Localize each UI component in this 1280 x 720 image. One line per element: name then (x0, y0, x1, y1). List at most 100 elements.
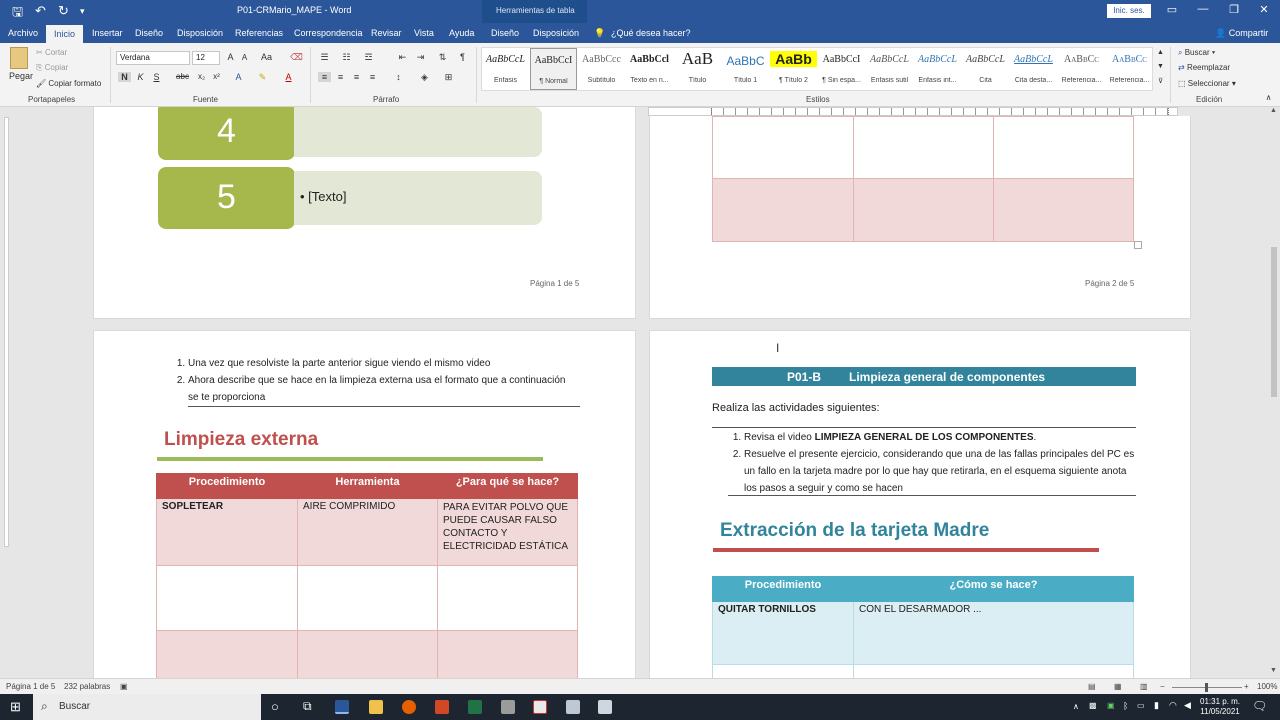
tab-archivo[interactable]: Archivo (8, 28, 38, 38)
battery-icon[interactable]: ▮ (1154, 700, 1159, 711)
bold-icon[interactable]: N (118, 72, 131, 82)
tab-table-layout[interactable]: Disposición (533, 28, 579, 38)
paste-button[interactable]: Pegar (9, 71, 33, 81)
tab-insertar[interactable]: Insertar (92, 28, 123, 38)
app-icon[interactable] (566, 700, 580, 714)
grow-font-icon[interactable]: A (224, 52, 237, 62)
tell-me-input[interactable]: ¿Qué desea hacer? (611, 28, 691, 38)
style-item[interactable]: AaBbCc Referencia... (1058, 48, 1105, 90)
text-effects-icon[interactable]: A (232, 72, 245, 82)
style-item[interactable]: AaBbCcc Subtítulo (578, 48, 625, 90)
align-right-icon[interactable]: ≡ (350, 72, 363, 82)
superscript-icon[interactable]: x² (210, 72, 223, 81)
scroll-up-icon[interactable]: ▲ (1270, 107, 1277, 114)
windows-start-icon[interactable]: ⊞ (10, 699, 21, 715)
word-app-icon[interactable] (335, 700, 349, 714)
recorder-app-icon[interactable] (501, 700, 515, 714)
bullets-icon[interactable]: ☰ (318, 52, 331, 63)
table-cell[interactable] (853, 116, 994, 179)
collapse-ribbon-icon[interactable]: ∧ (1262, 93, 1275, 102)
change-case-icon[interactable]: Aa (260, 52, 273, 62)
underline-icon[interactable]: S (150, 72, 163, 82)
style-item[interactable]: AaBbCcL Énfasis sutil (866, 48, 913, 90)
find-button[interactable]: ⌕ Buscar ▾ (1178, 48, 1215, 58)
style-item[interactable]: AaBbCc Referencia... (1106, 48, 1153, 90)
volume-icon[interactable]: ◀ (1184, 700, 1191, 711)
page-count[interactable]: Página 1 de 5 (6, 682, 55, 691)
styles-more-icon[interactable]: ⊽ (1154, 77, 1167, 85)
table-cell[interactable] (712, 178, 854, 242)
copy-button[interactable]: ⎘ Copiar (36, 63, 68, 73)
line-spacing-icon[interactable]: ↕ (392, 72, 405, 82)
style-item[interactable]: AaBbCcl Texto en n... (626, 48, 673, 90)
notifications-icon[interactable]: 🗨 (1252, 699, 1267, 713)
table-cell[interactable] (297, 630, 438, 678)
zoom-slider-thumb[interactable] (1205, 683, 1208, 692)
style-item[interactable]: AaBbCcL Énfasis (482, 48, 529, 90)
wifi-icon[interactable]: ◠ (1169, 700, 1177, 711)
zoom-out-icon[interactable]: − (1160, 682, 1165, 691)
paste-icon[interactable] (10, 47, 28, 69)
styles-scroll-down-icon[interactable]: ▼ (1154, 63, 1167, 70)
table-resize-handle[interactable] (1134, 241, 1142, 249)
table-cell[interactable] (297, 565, 438, 631)
table-cell[interactable] (712, 664, 854, 678)
table-cell[interactable] (712, 116, 854, 179)
tab-referencias[interactable]: Referencias (235, 28, 283, 38)
scroll-down-icon[interactable]: ▼ (1270, 667, 1277, 674)
style-item[interactable]: AaBbCcL Énfasis int... (914, 48, 961, 90)
vertical-scrollbar[interactable]: ▲ ▼ (1268, 107, 1280, 678)
tab-revisar[interactable]: Revisar (371, 28, 402, 38)
excel-icon[interactable] (468, 700, 482, 714)
page2-table[interactable] (712, 116, 1134, 242)
restore-icon[interactable]: ❐ (1224, 3, 1244, 16)
calculator-icon[interactable] (598, 700, 612, 714)
table-cell[interactable]: QUITAR TORNILLOS (712, 601, 854, 665)
table-cell[interactable]: SOPLETEAR (156, 498, 298, 566)
table-cell[interactable] (853, 664, 1134, 678)
cut-button[interactable]: ✂ Cortar (36, 48, 67, 57)
select-button[interactable]: ⬚ Seleccionar ▾ (1178, 79, 1236, 88)
web-layout-icon[interactable]: ▥ (1140, 682, 1148, 691)
show-marks-icon[interactable]: ¶ (456, 52, 469, 62)
table-cell[interactable] (437, 565, 578, 631)
font-name-combo[interactable]: Verdana (116, 51, 190, 65)
justify-icon[interactable]: ≡ (366, 72, 379, 82)
strikethrough-icon[interactable]: abc (176, 72, 189, 81)
format-painter-button[interactable]: 🖌 Copiar formato (36, 79, 101, 88)
taskbar-clock[interactable]: 01:31 p. m. 11/05/2021 (1200, 697, 1240, 717)
sort-icon[interactable]: ⇅ (436, 52, 449, 63)
clear-format-icon[interactable]: ⌫ (290, 52, 303, 63)
tab-ayuda[interactable]: Ayuda (449, 28, 474, 38)
tab-inicio[interactable]: Inicio (46, 25, 84, 43)
table-cell[interactable] (993, 178, 1134, 242)
tray-app-icon[interactable]: ▣ (1107, 701, 1115, 710)
customize-qat-icon[interactable]: ▾ (80, 6, 85, 17)
share-button[interactable]: 👤 Compartir (1215, 28, 1268, 39)
table-cell[interactable] (993, 116, 1134, 179)
shrink-font-icon[interactable]: A (238, 53, 251, 62)
tab-diseno[interactable]: Diseño (135, 28, 163, 38)
style-item[interactable]: AaBbCcL Cita desta... (1010, 48, 1057, 90)
minimize-icon[interactable]: — (1193, 3, 1213, 15)
acrobat-icon[interactable] (533, 700, 547, 714)
tray-icon[interactable]: ▩ (1089, 701, 1097, 710)
powerpoint-icon[interactable] (435, 700, 449, 714)
styles-scroll-up-icon[interactable]: ▲ (1154, 49, 1167, 56)
italic-icon[interactable]: K (134, 72, 147, 82)
file-explorer-icon[interactable] (369, 700, 383, 714)
font-size-combo[interactable]: 12 (192, 51, 220, 65)
task-view-icon[interactable]: ⧉ (303, 699, 312, 714)
save-icon[interactable]: 🖫 (12, 3, 23, 25)
style-item[interactable]: AaBbCcI ¶ Sin espa... (818, 48, 865, 90)
style-item[interactable]: AaBbCcL Cita (962, 48, 1009, 90)
table-cell[interactable] (437, 630, 578, 678)
drive-icon[interactable]: ▭ (1137, 701, 1145, 710)
undo-icon[interactable]: ↶ (35, 3, 46, 19)
font-color-icon[interactable]: A (282, 72, 295, 82)
numbering-icon[interactable]: ☷ (340, 52, 353, 63)
taskbar-search[interactable]: ⌕ Buscar (33, 694, 261, 720)
smartart-text-box-4[interactable] (294, 107, 542, 157)
table-cell[interactable]: CON EL DESARMADOR ... (853, 601, 1134, 665)
align-left-icon[interactable]: ≡ (318, 72, 331, 82)
